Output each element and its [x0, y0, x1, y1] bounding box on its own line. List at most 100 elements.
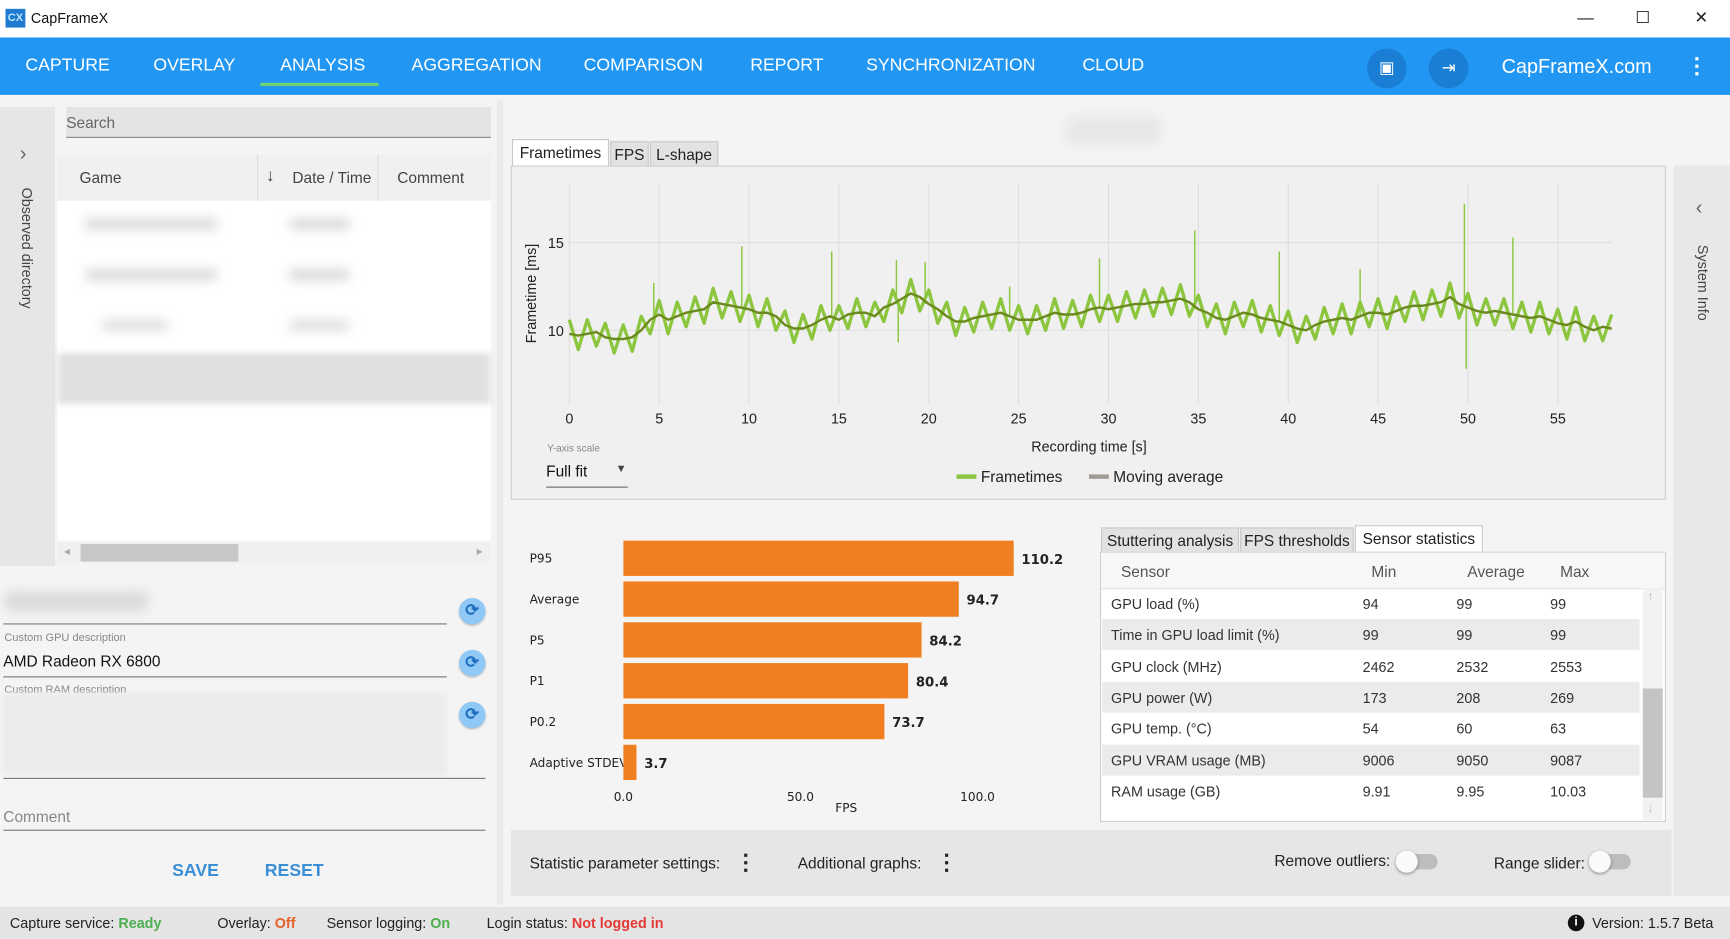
minimize-button[interactable]: — — [1572, 7, 1598, 31]
header-average[interactable]: Average — [1467, 563, 1524, 581]
nav-capture[interactable]: CAPTURE — [25, 56, 109, 76]
info-icon[interactable]: i — [1567, 914, 1585, 932]
observed-directory-strip[interactable]: › Observed directory — [0, 107, 56, 567]
legend-moving-average[interactable]: Moving average — [1113, 468, 1223, 486]
nav-synchronization[interactable]: SYNCHRONIZATION — [866, 56, 1035, 76]
search-field[interactable] — [66, 107, 491, 138]
nav-analysis[interactable]: ANALYSIS — [280, 56, 365, 76]
tab-fps-thresholds[interactable]: FPS thresholds — [1240, 527, 1354, 552]
y-axis-scale-dropdown[interactable]: Full fit ▼ — [546, 462, 628, 488]
range-slider-toggle[interactable] — [1588, 850, 1631, 873]
statistics-bar-chart-panel: P95 110.2 Average 94.7 P5 84.2 P1 80.4 P0.2 73.7 A… — [510, 522, 1087, 822]
toggle-knob — [1395, 850, 1418, 873]
tab-sensor-statistics[interactable]: Sensor statistics — [1354, 525, 1483, 552]
tab-stuttering-analysis[interactable]: Stuttering analysis — [1101, 527, 1240, 552]
scroll-up-icon[interactable]: ↑ — [1647, 590, 1653, 603]
login-button[interactable]: ⇥ — [1428, 48, 1469, 89]
blurred-record — [289, 319, 350, 331]
scroll-right-icon[interactable]: ▸ — [477, 544, 483, 558]
reset-button[interactable]: RESET — [265, 862, 324, 882]
horizontal-scrollbar[interactable]: ◂ ▸ — [57, 542, 491, 563]
column-date-time[interactable]: Date / Time — [292, 169, 371, 187]
nav-comparison[interactable]: COMPARISON — [584, 56, 703, 76]
table-row[interactable]: GPU clock (MHz) 2462 2532 2553 — [1102, 651, 1639, 682]
sensor-value: 9.91 — [1362, 783, 1391, 800]
close-button[interactable]: ✕ — [1688, 7, 1714, 31]
more-vert-icon[interactable]: ⋮ — [1686, 55, 1708, 77]
refresh-icon[interactable]: ⟳ — [458, 649, 486, 677]
legend-swatch-moving-average — [1088, 474, 1109, 479]
custom-ram-input[interactable] — [3, 692, 447, 776]
chevron-right-icon[interactable]: › — [20, 142, 27, 165]
sensor-value: 99 — [1456, 595, 1473, 613]
refresh-icon[interactable]: ⟳ — [458, 597, 486, 625]
bar-category-label: P1 — [530, 674, 545, 688]
table-row[interactable]: GPU load (%) 94 99 99 — [1102, 588, 1639, 619]
nav-overlay[interactable]: OVERLAY — [153, 56, 235, 76]
table-row[interactable]: RAM usage (GB) 9.91 9.95 10.03 — [1102, 775, 1639, 806]
nav-report[interactable]: REPORT — [750, 56, 823, 76]
bar-value-label: 73.7 — [892, 716, 925, 731]
scroll-left-icon[interactable]: ◂ — [64, 544, 70, 558]
legend-frametimes[interactable]: Frametimes — [981, 468, 1063, 486]
additional-graphs-more-icon[interactable]: ⋮ — [936, 852, 958, 874]
records-list[interactable] — [57, 200, 491, 541]
y-tick-label: 10 — [548, 324, 564, 340]
blurred-record[interactable] — [101, 319, 168, 331]
tab-fps[interactable]: FPS — [610, 141, 649, 166]
frametime-chart[interactable]: 0 5 10 15 20 25 30 35 40 45 50 55 10 15 Recording time… — [512, 167, 1667, 501]
selected-record[interactable] — [57, 353, 491, 404]
scrollbar-thumb[interactable] — [80, 543, 239, 562]
login-status-label: Login status: — [486, 914, 568, 932]
sensor-name: GPU VRAM usage (MB) — [1111, 751, 1266, 769]
sort-down-icon[interactable]: ↓ — [266, 167, 275, 187]
panel-splitter[interactable] — [496, 99, 504, 905]
statistic-settings-more-icon[interactable]: ⋮ — [735, 852, 757, 874]
header-max[interactable]: Max — [1560, 563, 1589, 581]
blurred-record[interactable] — [84, 218, 218, 230]
header-sensor[interactable]: Sensor — [1121, 563, 1170, 581]
login-icon: ⇥ — [1441, 58, 1456, 78]
column-game[interactable]: Game — [79, 169, 121, 187]
table-row[interactable]: GPU temp. (°C) 54 60 63 — [1102, 713, 1639, 744]
remove-outliers-toggle[interactable] — [1395, 850, 1438, 873]
table-row[interactable]: Time in GPU load limit (%) 99 99 99 — [1102, 619, 1640, 651]
overlay-status: Off — [274, 914, 296, 932]
sensor-value: 9087 — [1550, 751, 1583, 769]
capframex-link[interactable]: CapFrameX.com — [1502, 55, 1652, 78]
screenshot-button[interactable]: ▣ — [1367, 48, 1407, 89]
blurred-cpu-field[interactable] — [4, 591, 148, 612]
sensor-value: 60 — [1456, 720, 1473, 738]
sensor-value: 2553 — [1550, 658, 1583, 675]
sensor-value: 99 — [1362, 627, 1379, 644]
sensor-value: 9050 — [1456, 751, 1489, 769]
table-row[interactable]: GPU VRAM usage (MB) 9006 9050 9087 — [1102, 744, 1640, 776]
window-title: CapFrameX — [30, 9, 109, 27]
column-comment[interactable]: Comment — [397, 169, 464, 187]
scroll-down-icon[interactable]: ↓ — [1647, 802, 1653, 815]
nav-cloud[interactable]: CLOUD — [1082, 56, 1144, 76]
blurred-record[interactable] — [84, 269, 218, 281]
maximize-button[interactable]: ☐ — [1630, 7, 1656, 31]
scrollbar-thumb[interactable] — [1642, 688, 1663, 798]
search-input[interactable] — [66, 108, 475, 137]
refresh-icon[interactable]: ⟳ — [458, 701, 486, 729]
column-divider — [377, 154, 379, 201]
table-row[interactable]: GPU power (W) 173 208 269 — [1102, 681, 1640, 713]
field-underline — [3, 623, 447, 625]
custom-gpu-input[interactable]: AMD Radeon RX 6800 — [3, 652, 160, 670]
chevron-left-icon[interactable]: ‹ — [1696, 196, 1703, 219]
save-button[interactable]: SAVE — [172, 862, 219, 882]
header-min[interactable]: Min — [1371, 563, 1396, 581]
vertical-scrollbar[interactable]: ↑ ↓ — [1642, 588, 1663, 820]
bar-category-label: P5 — [530, 633, 545, 647]
tab-l-shape[interactable]: L-shape — [649, 141, 719, 166]
tab-frametimes[interactable]: Frametimes — [511, 139, 610, 166]
login-status[interactable]: Not logged in — [572, 915, 664, 932]
sensor-value: 173 — [1362, 689, 1387, 707]
sensor-value: 2532 — [1456, 658, 1489, 675]
nav-aggregation[interactable]: AGGREGATION — [412, 56, 542, 76]
bar-value-label: 84.2 — [929, 634, 962, 649]
comment-input[interactable]: Comment — [3, 808, 70, 826]
system-info-strip[interactable]: ‹ System Info — [1673, 165, 1730, 896]
